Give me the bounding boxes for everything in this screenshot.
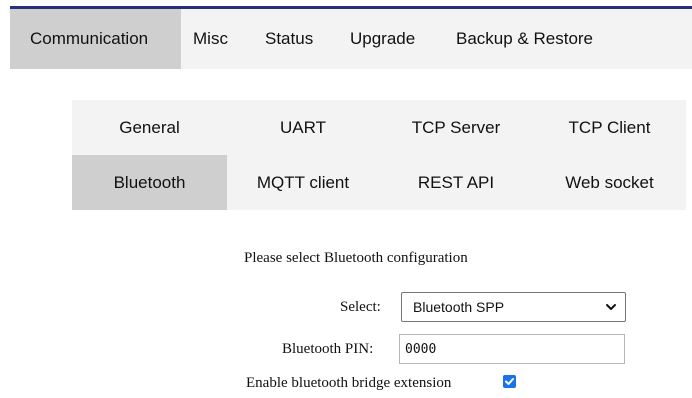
pin-label: Bluetooth PIN: [282,341,374,357]
subtab-tcp-server[interactable]: TCP Server [379,100,533,155]
chevron-down-icon [606,304,616,310]
select-label: Select: [340,299,381,315]
form-title: Please select Bluetooth configuration [244,250,468,266]
bluetooth-pin-input[interactable] [399,334,625,364]
select-value: Bluetooth SPP [413,299,505,315]
subtab-rest-api[interactable]: REST API [379,155,533,210]
tab-status[interactable]: Status [247,9,330,69]
subtab-general[interactable]: General [72,100,227,155]
subtab-tcp-client[interactable]: TCP Client [533,100,686,155]
tab-backup-restore[interactable]: Backup & Restore [440,9,610,69]
subtab-mqtt-client[interactable]: MQTT client [227,155,379,210]
subtab-bluetooth[interactable]: Bluetooth [72,155,227,210]
sub-tab-grid: General UART TCP Server TCP Client Bluet… [72,100,686,210]
tab-communication[interactable]: Communication [10,9,181,69]
bridge-extension-label: Enable bluetooth bridge extension [246,375,452,391]
subtab-uart[interactable]: UART [227,100,379,155]
tab-misc[interactable]: Misc [181,9,247,69]
subtab-web-socket[interactable]: Web socket [533,155,686,210]
main-tab-bar: Communication Misc Status Upgrade Backup… [10,9,692,69]
bluetooth-mode-select[interactable]: Bluetooth SPP [401,292,626,322]
check-icon [505,378,514,385]
tab-upgrade[interactable]: Upgrade [330,9,440,69]
bridge-extension-checkbox[interactable] [503,375,516,388]
